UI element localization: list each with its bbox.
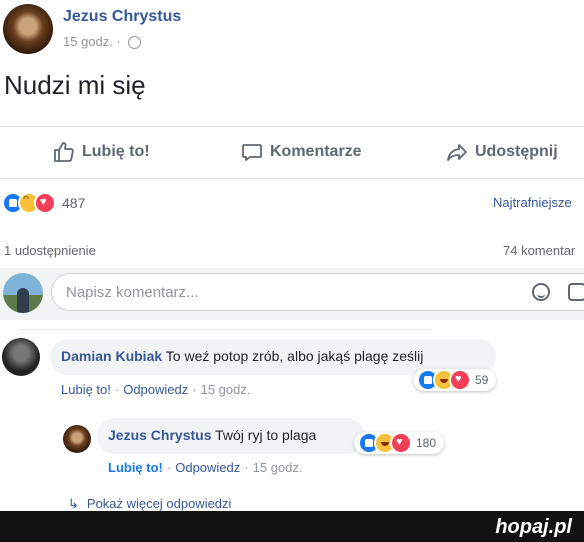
comment-text: To weź potop zrób, albo jakąś plagę ześl… [165, 348, 424, 364]
show-more-replies-link[interactable]: ↳ Pokaż więcej odpowiedzi [68, 496, 231, 512]
like-label: Lubię to! [82, 143, 150, 160]
comment-button[interactable]: Komentarze [240, 140, 362, 164]
globe-icon [128, 36, 142, 50]
comment-input[interactable] [51, 273, 584, 311]
love-reaction-icon [390, 432, 412, 454]
reactions-count: 487 [62, 195, 86, 211]
reaction-icons [358, 432, 412, 454]
post-meta: 15 godz. · [63, 34, 142, 50]
commenter-name[interactable]: Damian Kubiak [61, 348, 162, 364]
comment-reactions-count: 59 [475, 373, 489, 387]
love-reaction-icon [34, 192, 56, 214]
reply-reply-link[interactable]: Odpowiedz [175, 460, 240, 475]
reply-reactions-count: 180 [416, 436, 437, 450]
post-time[interactable]: 15 godz. [63, 34, 113, 49]
reply-author-avatar[interactable] [63, 425, 91, 453]
reactions-summary[interactable]: 487 [2, 192, 85, 214]
divider [18, 329, 432, 330]
reply-actions: Lubię to! · Odpowiedz · 15 godz. [108, 460, 303, 475]
comment-like-link[interactable]: Lubię to! [61, 382, 111, 397]
reaction-icons [417, 369, 471, 391]
share-label: Udostępnij [475, 143, 558, 160]
thumbs-up-icon [54, 142, 74, 162]
author-avatar[interactable] [3, 4, 53, 54]
comment-label: Komentarze [270, 143, 362, 160]
dot-separator: · [244, 460, 249, 475]
share-icon [447, 144, 467, 161]
sort-comments-link[interactable]: Najtrafniejsze [493, 195, 572, 210]
shares-count[interactable]: 1 udostępnienie [4, 243, 96, 258]
commenter-avatar[interactable] [2, 338, 40, 376]
comment-icon [242, 144, 262, 161]
comments-count[interactable]: 74 komentar [503, 243, 575, 258]
show-more-replies-label: Pokaż więcej odpowiedzi [86, 496, 232, 511]
reply-reactions-badge[interactable]: 180 [354, 432, 445, 454]
dot-separator: · [166, 460, 172, 475]
dot-separator: · [192, 382, 197, 397]
watermark-logo: hopaj.pl [495, 516, 572, 538]
sticker-icon[interactable] [568, 283, 584, 301]
emoji-icon[interactable] [532, 283, 550, 301]
meta-separator: · [116, 34, 121, 49]
comment-reply-link[interactable]: Odpowiedz [123, 382, 188, 397]
share-button[interactable]: Udostępnij [445, 140, 558, 164]
divider [0, 178, 584, 179]
dot-separator: · [114, 382, 120, 397]
love-reaction-icon [449, 369, 471, 391]
comment-actions: Lubię to! · Odpowiedz · 15 godz. [61, 382, 250, 397]
reply-text: Twój ryj to plaga [215, 427, 317, 443]
author-name[interactable]: Jezus Chrystus [63, 8, 181, 26]
like-button[interactable]: Lubię to! [52, 140, 150, 164]
reply-like-link[interactable]: Lubię to! [108, 460, 163, 475]
reply-author-name[interactable]: Jezus Chrystus [108, 427, 211, 443]
current-user-avatar [3, 273, 43, 313]
post-text: Nudzi mi się [4, 70, 146, 100]
reaction-icons [2, 192, 56, 214]
reply-bubble: Jezus Chrystus Twój ryj to plaga [97, 418, 365, 454]
reply-arrow-icon: ↳ [68, 496, 79, 511]
divider [0, 126, 584, 127]
comment-time[interactable]: 15 godz. [201, 382, 251, 397]
reply-time[interactable]: 15 godz. [253, 460, 303, 475]
comment-reactions-badge[interactable]: 59 [413, 369, 497, 391]
